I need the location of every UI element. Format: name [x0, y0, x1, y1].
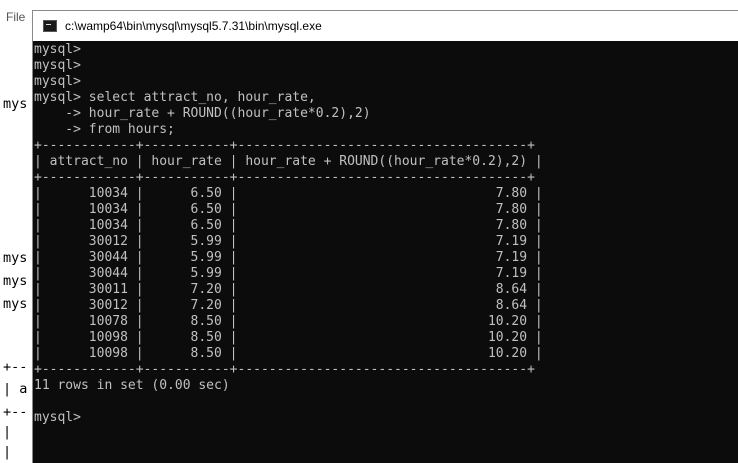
window-title: c:\wamp64\bin\mysql\mysql5.7.31\bin\mysq…	[65, 19, 322, 33]
console-line: mysql>	[34, 74, 81, 89]
background-text-fragment: mys	[3, 273, 28, 289]
background-text-fragment: mys	[3, 96, 28, 112]
console-line: mysql>	[34, 410, 81, 425]
console-line: | 10034 | 6.50 | 7.80 |	[34, 218, 543, 233]
console-window[interactable]: c:\wamp64\bin\mysql\mysql5.7.31\bin\mysq…	[32, 10, 738, 463]
console-line: mysql>	[34, 42, 81, 57]
console-line: +------------+-----------+--------------…	[34, 138, 535, 153]
console-line: | 30011 | 7.20 | 8.64 |	[34, 282, 543, 297]
console-line: +------------+-----------+--------------…	[34, 362, 535, 377]
console-line: | 10034 | 6.50 | 7.80 |	[34, 202, 543, 217]
background-text-fragment: mys	[3, 250, 28, 266]
console-line: | 30044 | 5.99 | 7.19 |	[34, 266, 543, 281]
console-line: | 10098 | 8.50 | 10.20 |	[34, 346, 543, 361]
menu-file[interactable]: File	[6, 10, 25, 24]
background-text-fragment: +--	[3, 404, 28, 420]
background-text-fragment: mys	[3, 296, 28, 312]
background-text-fragment: |	[3, 424, 12, 440]
title-bar[interactable]: c:\wamp64\bin\mysql\mysql5.7.31\bin\mysq…	[33, 11, 738, 41]
console-line: 11 rows in set (0.00 sec)	[34, 378, 230, 393]
console-app-icon	[43, 20, 57, 32]
console-line: | 30012 | 7.20 | 8.64 |	[34, 298, 543, 313]
console-line: | attract_no | hour_rate | hour_rate + R…	[34, 154, 543, 169]
background-text-fragment: |	[3, 444, 12, 460]
console-line: -> from hours;	[34, 122, 175, 137]
console-line: +------------+-----------+--------------…	[34, 170, 535, 185]
console-line: | 10078 | 8.50 | 10.20 |	[34, 314, 543, 329]
console-line: -> hour_rate + ROUND((hour_rate*0.2),2)	[34, 106, 371, 121]
console-line: | 10034 | 6.50 | 7.80 |	[34, 186, 543, 201]
console-line: mysql> select attract_no, hour_rate,	[34, 90, 316, 105]
console-line: | 30012 | 5.99 | 7.19 |	[34, 234, 543, 249]
console-line: | 30044 | 5.99 | 7.19 |	[34, 250, 543, 265]
console-line: | 10098 | 8.50 | 10.20 |	[34, 330, 543, 345]
console-output[interactable]: mysql> mysql> mysql> mysql> select attract_…	[33, 42, 738, 463]
background-text-fragment: | a	[3, 381, 28, 397]
console-line: mysql>	[34, 58, 81, 73]
background-text-fragment: +--	[3, 359, 28, 375]
